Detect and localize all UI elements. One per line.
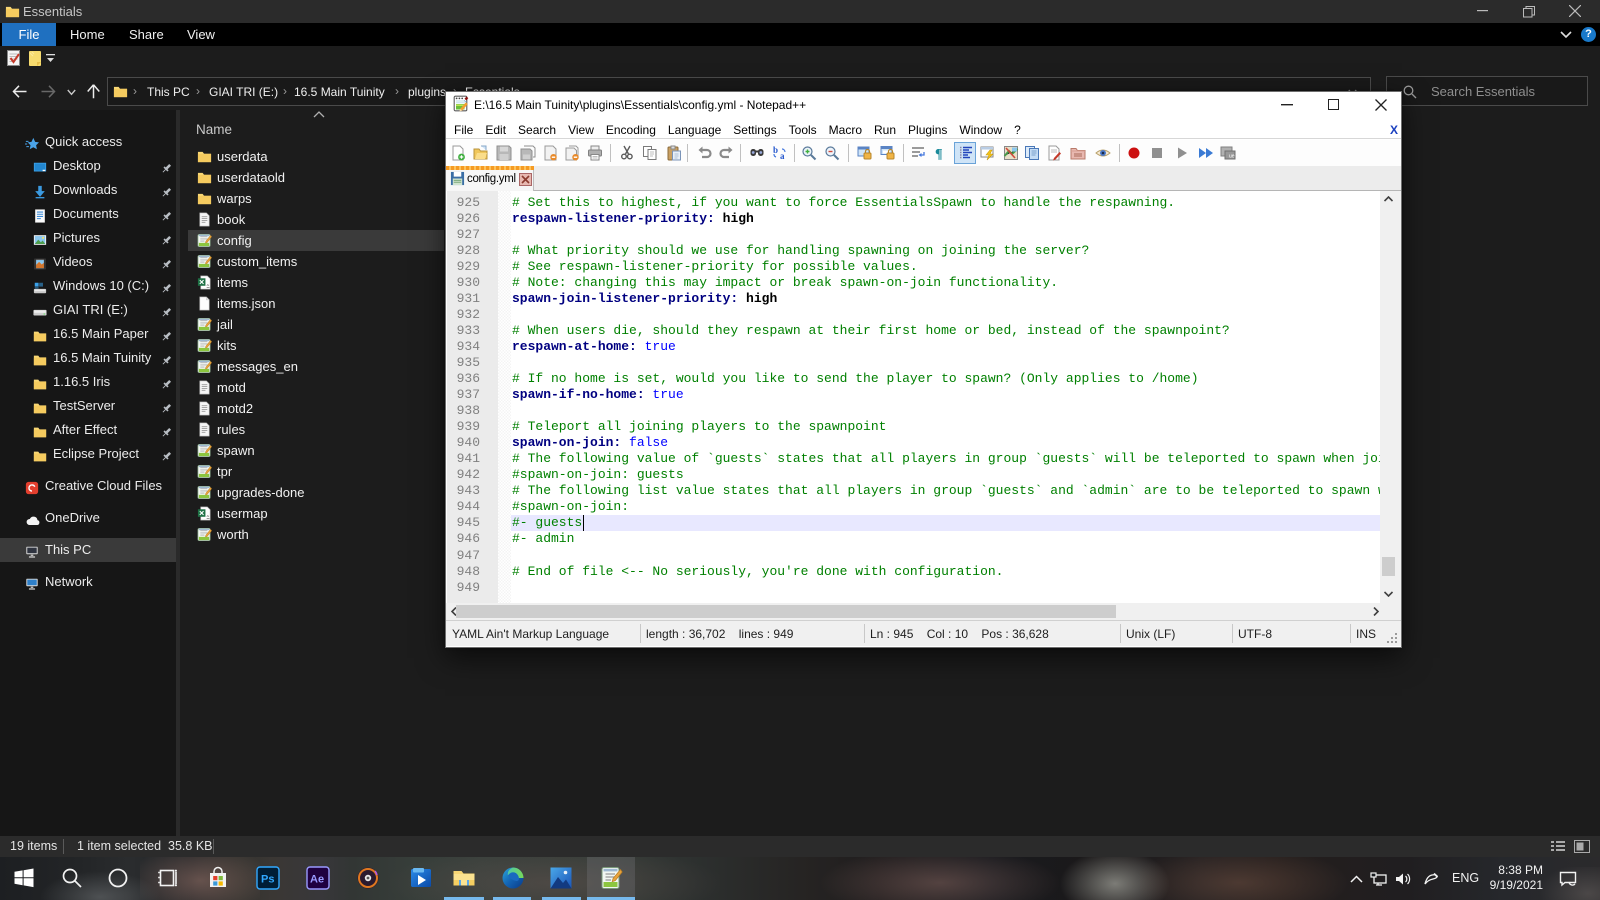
svg-text:ue: ue	[1229, 154, 1235, 160]
svg-text:Ae: Ae	[310, 874, 324, 886]
svg-text:Ps: Ps	[261, 874, 274, 886]
svg-text:¶: ¶	[935, 147, 943, 161]
svg-text:b: b	[773, 145, 778, 155]
svg-text:a: a	[780, 151, 785, 161]
